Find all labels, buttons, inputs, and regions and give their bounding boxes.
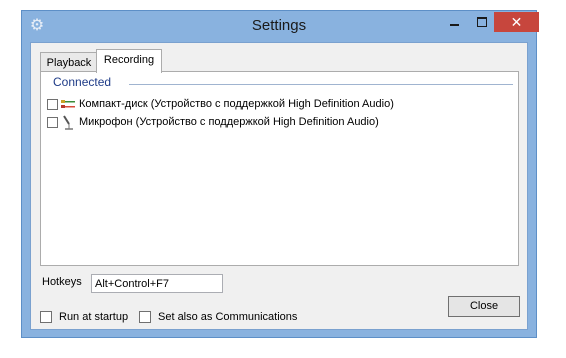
- close-icon: ✕: [510, 14, 523, 30]
- run-at-startup-label: Run at startup: [59, 311, 129, 323]
- title-bar[interactable]: ⚙ Settings ✕: [22, 11, 539, 41]
- hotkeys-input[interactable]: [91, 274, 223, 293]
- list-item[interactable]: Микрофон (Устройство с поддержкой High D…: [47, 114, 379, 130]
- run-at-startup-checkbox[interactable]: [40, 311, 52, 323]
- recording-device-list: Connected Компакт-диск (Устройство с под…: [40, 71, 519, 266]
- maximize-icon: [477, 17, 487, 27]
- minimize-button[interactable]: [441, 12, 468, 32]
- run-at-startup-option[interactable]: Run at startup: [40, 310, 128, 324]
- group-header-connected: Connected: [53, 75, 112, 89]
- set-communications-checkbox[interactable]: [139, 311, 151, 323]
- settings-content: Playback Recording Connected Компакт-дис…: [30, 42, 528, 330]
- tab-playback[interactable]: Playback: [40, 52, 98, 72]
- settings-window: ⚙ Settings ✕ Playback Recording Connecte…: [21, 10, 539, 338]
- tab-recording[interactable]: Recording: [96, 49, 162, 73]
- list-item[interactable]: Компакт-диск (Устройство с поддержкой Hi…: [47, 96, 394, 112]
- group-divider: [129, 84, 513, 85]
- cd-audio-icon: [61, 97, 75, 111]
- close-window-button[interactable]: ✕: [494, 12, 539, 32]
- set-communications-label: Set also as Communications: [158, 311, 298, 323]
- close-button[interactable]: Close: [448, 296, 520, 317]
- minimize-icon: [450, 24, 459, 26]
- device-label: Компакт-диск (Устройство с поддержкой Hi…: [79, 98, 394, 110]
- device-checkbox[interactable]: [47, 116, 58, 128]
- set-communications-option[interactable]: Set also as Communications: [139, 310, 297, 324]
- device-checkbox[interactable]: [47, 98, 58, 110]
- hotkeys-label: Hotkeys: [42, 276, 82, 288]
- device-label: Микрофон (Устройство с поддержкой High D…: [79, 116, 379, 128]
- microphone-icon: [61, 115, 75, 130]
- maximize-button[interactable]: [468, 12, 495, 32]
